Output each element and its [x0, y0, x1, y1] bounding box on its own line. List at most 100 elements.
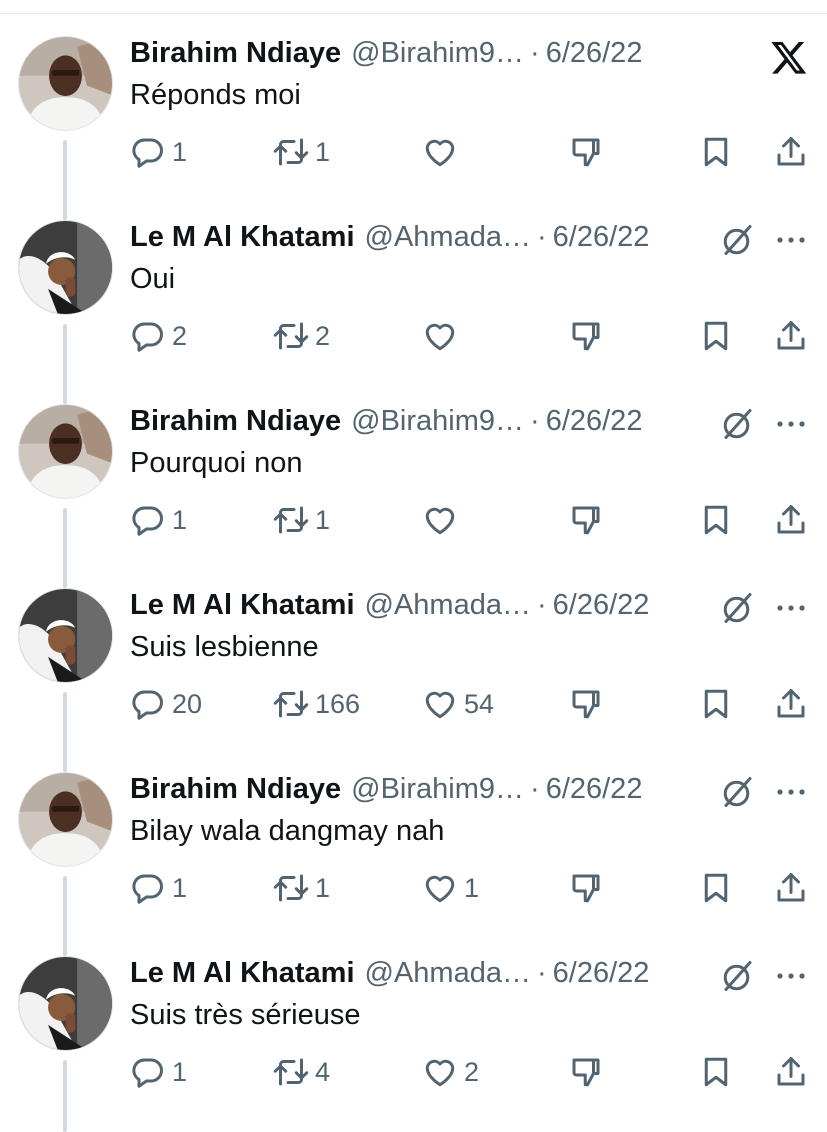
retweet-button[interactable]: 1	[273, 132, 330, 172]
author-name[interactable]: Birahim Ndiaye	[130, 772, 341, 806]
share-button[interactable]	[773, 132, 809, 172]
share-button[interactable]	[773, 868, 809, 908]
dislike-button[interactable]	[568, 684, 604, 724]
dislike-button[interactable]	[568, 500, 604, 540]
avatar[interactable]	[18, 36, 113, 131]
avatar[interactable]	[18, 772, 113, 867]
retweet-button[interactable]: 1	[273, 868, 330, 908]
author-handle[interactable]: @Birahim9…	[351, 772, 524, 806]
share-icon	[777, 1057, 805, 1086]
retweet-count: 1	[315, 137, 331, 167]
bookmark-button[interactable]	[698, 500, 734, 540]
bookmark-button[interactable]	[698, 1052, 734, 1092]
bookmark-button[interactable]	[698, 316, 734, 356]
retweet-count: 4	[315, 1057, 331, 1087]
retweet-icon	[273, 690, 309, 718]
like-button[interactable]	[422, 500, 464, 540]
reply-button[interactable]: 1	[130, 1052, 187, 1092]
tweet-date[interactable]: 6/26/22	[546, 772, 643, 806]
tweet[interactable]: Le M Al Khatami @Ahmada… · 6/26/22 Oui 2…	[0, 220, 827, 404]
avatar[interactable]	[18, 404, 113, 499]
share-button[interactable]	[773, 316, 809, 356]
share-button[interactable]	[773, 684, 809, 724]
share-icon	[777, 689, 805, 718]
tweet-date[interactable]: 6/26/22	[546, 404, 643, 438]
retweet-count: 1	[315, 505, 331, 535]
tweet[interactable]: Birahim Ndiaye @Birahim9… · 6/26/22 Bila…	[0, 772, 827, 956]
retweet-button[interactable]: 166	[273, 684, 360, 724]
more-options-icon[interactable]	[775, 603, 807, 613]
like-button[interactable]: 2	[422, 1052, 479, 1092]
author-handle[interactable]: @Birahim9…	[351, 404, 524, 438]
avatar[interactable]	[18, 956, 113, 1051]
like-button[interactable]	[422, 132, 464, 172]
grok-icon[interactable]	[720, 406, 756, 442]
like-button[interactable]: 54	[422, 684, 494, 724]
bookmark-button[interactable]	[698, 868, 734, 908]
retweet-button[interactable]: 2	[273, 316, 330, 356]
reply-button[interactable]: 1	[130, 868, 187, 908]
tweet-date[interactable]: 6/26/22	[546, 36, 643, 70]
retweet-icon	[273, 138, 309, 166]
grok-icon[interactable]	[720, 222, 756, 258]
reply-button[interactable]: 1	[130, 500, 187, 540]
tweet[interactable]: Le M Al Khatami @Ahmada… · 6/26/22 Suis …	[0, 956, 827, 1132]
bookmark-button[interactable]	[698, 684, 734, 724]
tweet-date[interactable]: 6/26/22	[553, 588, 650, 622]
dislike-button[interactable]	[568, 868, 604, 908]
author-name[interactable]: Birahim Ndiaye	[130, 404, 341, 438]
bookmark-icon	[704, 689, 728, 719]
separator-dot: ·	[530, 37, 540, 69]
avatar-photo	[19, 773, 112, 866]
grok-icon[interactable]	[720, 590, 756, 626]
x-logo-icon[interactable]	[770, 38, 808, 76]
more-options-icon[interactable]	[775, 971, 807, 981]
thread-connector	[63, 1060, 67, 1132]
avatar-photo	[19, 957, 112, 1050]
author-handle[interactable]: @Ahmada…	[365, 956, 531, 990]
grok-icon[interactable]	[720, 774, 756, 810]
author-handle[interactable]: @Ahmada…	[365, 220, 531, 254]
tweet[interactable]: Birahim Ndiaye @Birahim9… · 6/26/22 Répo…	[0, 36, 827, 220]
tweet-date[interactable]: 6/26/22	[553, 956, 650, 990]
tweet-text: Oui	[130, 263, 176, 295]
share-icon	[777, 321, 805, 350]
like-button[interactable]: 1	[422, 868, 479, 908]
retweet-button[interactable]: 4	[273, 1052, 330, 1092]
reply-button[interactable]: 1	[130, 132, 187, 172]
reply-button[interactable]: 2	[130, 316, 187, 356]
more-options-icon[interactable]	[775, 419, 807, 429]
thumbs-down-icon	[572, 138, 600, 167]
dislike-button[interactable]	[568, 132, 604, 172]
reply-count: 20	[172, 689, 203, 719]
tweet-date[interactable]: 6/26/22	[553, 220, 650, 254]
author-name[interactable]: Le M Al Khatami	[130, 956, 355, 990]
share-button[interactable]	[773, 500, 809, 540]
more-options-icon[interactable]	[775, 235, 807, 245]
thumbs-down-icon	[572, 506, 600, 535]
retweet-count: 166	[315, 689, 361, 719]
reply-button[interactable]: 20	[130, 684, 202, 724]
author-name[interactable]: Le M Al Khatami	[130, 588, 355, 622]
dislike-button[interactable]	[568, 316, 604, 356]
like-button[interactable]	[422, 316, 464, 356]
bookmark-icon	[704, 505, 728, 535]
author-handle[interactable]: @Ahmada…	[365, 588, 531, 622]
bookmark-button[interactable]	[698, 132, 734, 172]
retweet-button[interactable]: 1	[273, 500, 330, 540]
reply-icon	[132, 690, 163, 720]
reply-count: 2	[172, 321, 188, 351]
tweet[interactable]: Le M Al Khatami @Ahmada… · 6/26/22 Suis …	[0, 588, 827, 772]
author-name[interactable]: Birahim Ndiaye	[130, 36, 341, 70]
retweet-count: 1	[315, 873, 331, 903]
dislike-button[interactable]	[568, 1052, 604, 1092]
tweet[interactable]: Birahim Ndiaye @Birahim9… · 6/26/22 Pour…	[0, 404, 827, 588]
author-name[interactable]: Le M Al Khatami	[130, 220, 355, 254]
share-button[interactable]	[773, 1052, 809, 1092]
reply-icon	[132, 138, 163, 168]
avatar[interactable]	[18, 220, 113, 315]
author-handle[interactable]: @Birahim9…	[351, 36, 524, 70]
grok-icon[interactable]	[720, 958, 756, 994]
avatar[interactable]	[18, 588, 113, 683]
more-options-icon[interactable]	[775, 787, 807, 797]
